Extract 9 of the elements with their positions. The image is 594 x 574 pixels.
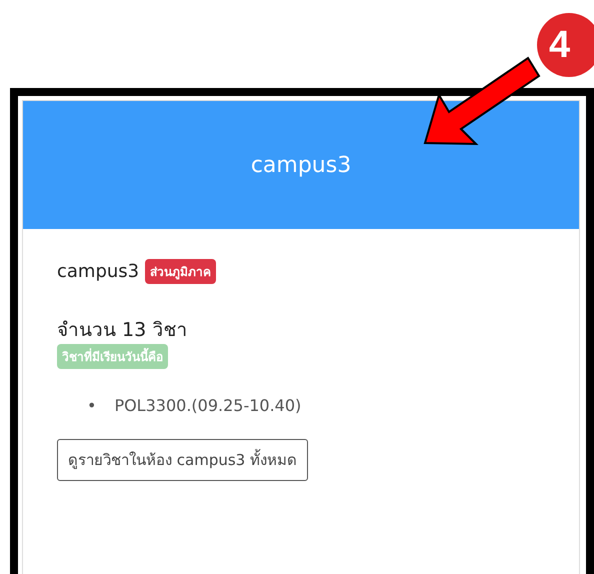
course-count: จำนวน 13 วิชา: [57, 318, 188, 343]
step-badge: 4: [537, 13, 594, 77]
bullet: •: [87, 395, 96, 417]
region-tag: ส่วนภูมิภาค: [145, 259, 216, 284]
view-all-button[interactable]: ดูรายวิชาในห้อง campus3 ทั้งหมด: [57, 439, 308, 481]
card-title: campus3: [250, 152, 352, 178]
today-tag: วิชาที่มีเรียนวันนี้คือ: [57, 344, 168, 369]
room-name: campus3: [57, 261, 140, 282]
course-item: POL3300.(09.25-10.40): [114, 395, 302, 417]
